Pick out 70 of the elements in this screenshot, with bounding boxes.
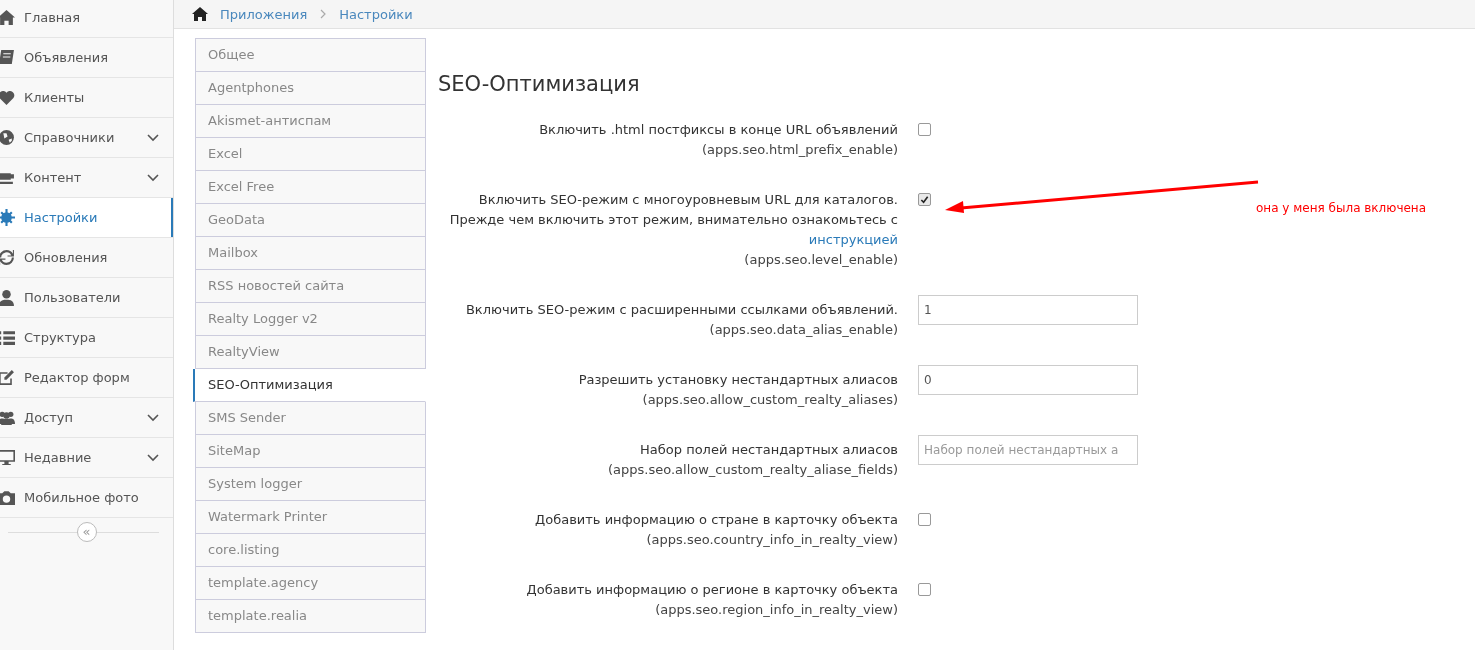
settings-tab[interactable]: Общее [195,38,426,72]
checkbox[interactable] [918,193,931,206]
checkbox[interactable] [918,583,931,596]
setting-label: Включить .html постфиксы в конце URL объявлений [538,121,898,139]
checkbox[interactable] [918,123,931,136]
settings-tab[interactable]: GeoData [195,204,426,237]
sidebar-item[interactable]: Обновления [0,238,173,278]
setting-label: Включить SEO-режим с многоуровневым URL для каталогов. Прежде чем включить этот режим, внимательно ознакомьтесь с [448,191,898,229]
breadcrumb-link[interactable]: Настройки [339,6,413,22]
sidebar-item[interactable]: Главная [0,0,173,38]
checkbox[interactable] [918,513,931,526]
settings-tab[interactable]: SEO-Оптимизация [193,369,426,402]
heart-icon [0,89,15,106]
sidebar-item[interactable]: Мобильное фото [0,478,173,518]
setting-key: (apps.seo.allow_custom_realty_aliase_fields) [438,460,898,480]
chevron-right-icon [320,9,327,19]
breadcrumb-link[interactable]: Приложения [220,6,308,22]
setting-key: (apps.seo.region_info_in_realty_view) [438,600,898,620]
list-icon [0,329,15,346]
sidebar-item[interactable]: Настройки [0,198,173,238]
setting-key: (apps.seo.data_alias_enable) [438,320,898,340]
settings-tab[interactable]: SMS Sender [195,402,426,435]
sidebar-item[interactable]: Справочники [0,118,173,158]
setting-label: Разрешить установку нестандартных алиасов [577,371,898,389]
settings-tab[interactable]: core.listing [195,534,426,567]
settings-tab[interactable]: Realty Logger v2 [195,303,426,336]
settings-tab[interactable]: RSS новостей сайта [195,270,426,303]
users-icon [0,409,15,426]
settings-tab[interactable]: Akismet-антиспам [195,105,426,138]
refresh-icon [0,249,15,266]
settings-tab[interactable]: template.agency [195,567,426,600]
instructions-link[interactable]: инструкцией [808,232,898,247]
monitor-icon [0,449,15,466]
sidebar-item[interactable]: Недавние [0,438,173,478]
settings-tab[interactable]: Watermark Printer [195,501,426,534]
annotation-text: она у меня была включена [1256,201,1427,215]
settings-tab[interactable]: System logger [195,468,426,501]
setting-label: Набор полей нестандартных алиасов [639,441,898,459]
sidebar-item[interactable]: Объявления [0,38,173,78]
home-icon [0,9,15,26]
settings-tab[interactable]: template.realia [195,600,426,633]
settings-tab[interactable]: SiteMap [195,435,426,468]
section-title: SEO-Оптимизация [438,72,641,96]
input-field[interactable]: Набор полей нестандартных а [918,435,1138,465]
edit-icon [0,369,15,386]
sidebar-item[interactable]: Клиенты [0,78,173,118]
sidebar-item[interactable]: Доступ [0,398,173,438]
input-field[interactable]: 1 [918,295,1138,325]
home-icon[interactable] [191,6,209,22]
setting-key: (apps.seo.level_enable) [438,250,898,270]
settings-tab[interactable]: Mailbox [195,237,426,270]
settings-icon [0,209,15,226]
settings-tab[interactable]: Excel [195,138,426,171]
user-icon [0,289,15,306]
sidebar-item[interactable]: Редактор форм [0,358,173,398]
setting-label: Добавить информацию о стране в карточку объекта [534,511,898,529]
setting-label: Добавить информацию о регионе в карточку объекта [525,581,898,599]
camera-icon [0,489,15,506]
settings-tab[interactable]: Agentphones [195,72,426,105]
setting-label: Включить SEO-режим с расширенными ссылками объявлений. [464,301,898,319]
setting-key: (apps.seo.country_info_in_realty_view) [438,530,898,550]
input-field[interactable]: 0 [918,365,1138,395]
book-icon [0,49,15,66]
sidebar-item[interactable]: Пользователи [0,278,173,318]
settings-tab[interactable]: Excel Free [195,171,426,204]
collapse-button[interactable]: « [76,522,97,542]
sidebar-item[interactable]: Структура [0,318,173,358]
setting-key: (apps.seo.allow_custom_realty_aliases) [438,390,898,410]
setting-key: (apps.seo.html_prefix_enable) [438,140,898,160]
settings-tab[interactable]: RealtyView [195,336,426,369]
